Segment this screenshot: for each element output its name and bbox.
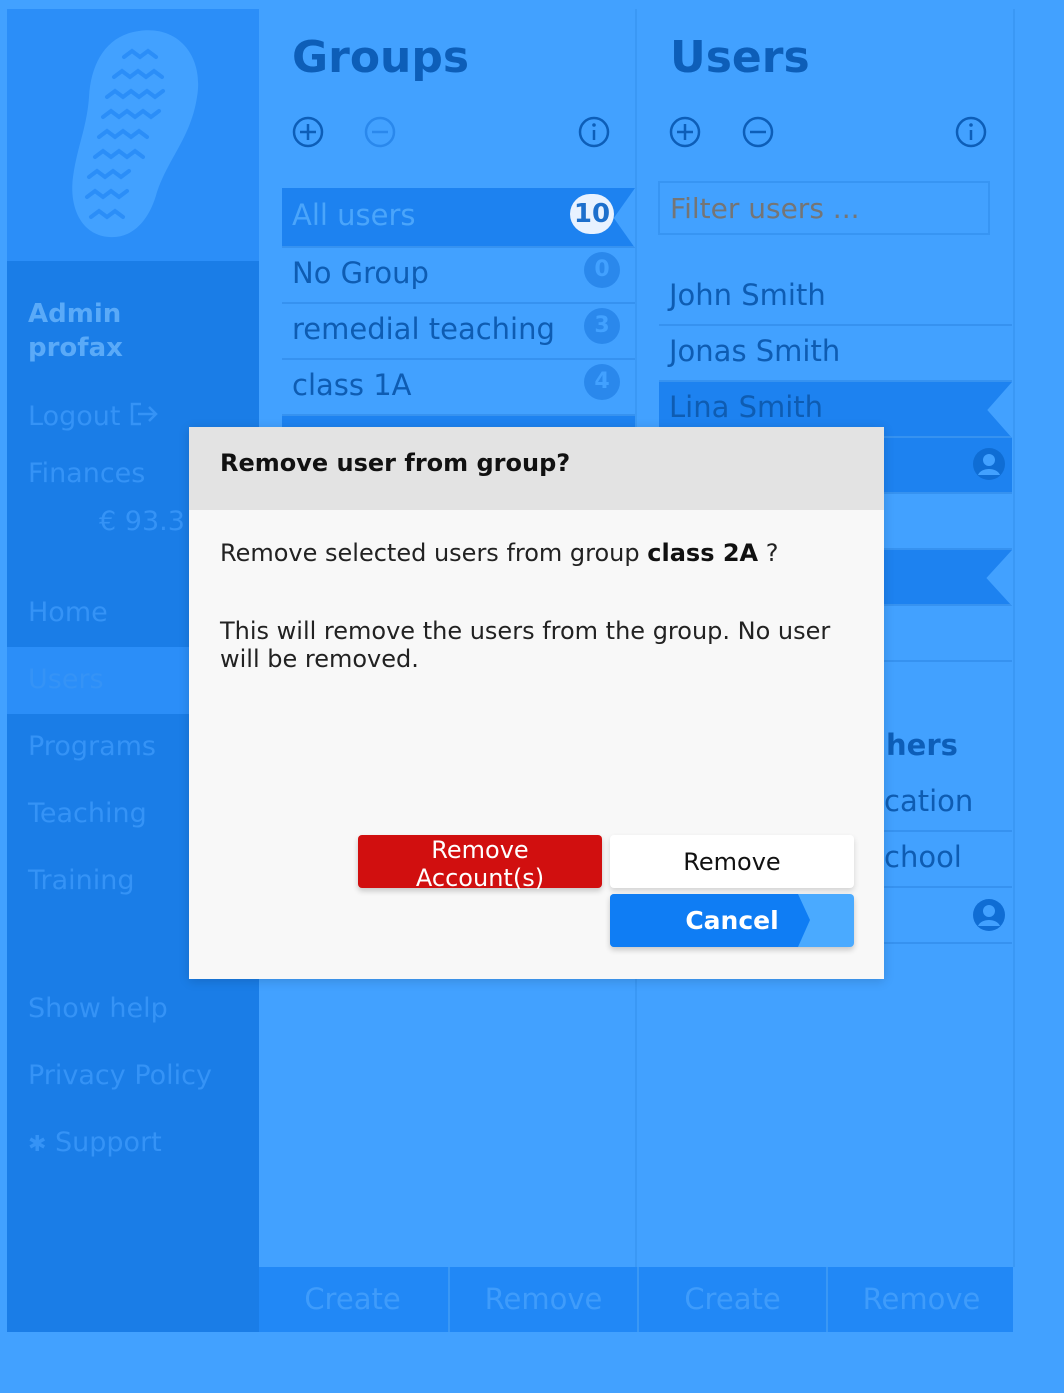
sidebar-logo-area — [7, 9, 259, 261]
teacher-row[interactable] — [884, 888, 1012, 944]
teacher-name: cation — [884, 784, 974, 818]
remove-user-dialog: Remove user from group? Remove selected … — [189, 427, 884, 979]
sidebar-item-users[interactable]: Users — [28, 664, 104, 695]
logout-label: Logout — [28, 401, 121, 432]
teachers-section-header: hers — [886, 728, 958, 762]
users-title: Users — [670, 32, 810, 83]
remove-group-icon[interactable] — [364, 116, 396, 148]
group-label: All users — [292, 198, 416, 232]
user-name: Lina Smith — [669, 390, 824, 424]
show-help-link[interactable]: Show help — [28, 993, 168, 1024]
group-label: No Group — [292, 256, 429, 290]
group-label: remedial teaching — [292, 312, 555, 346]
user-row-selected[interactable] — [884, 438, 1012, 494]
dialog-message: Remove selected users from group class 2… — [220, 539, 779, 567]
user-name: John Smith — [669, 278, 826, 312]
balance-value: € 93.3 — [99, 506, 185, 537]
group-row-class-1a[interactable]: class 1A 4 — [282, 360, 635, 416]
user-row[interactable] — [884, 606, 1012, 662]
sidebar-item-home[interactable]: Home — [28, 597, 108, 628]
group-row-no-group[interactable]: No Group 0 — [282, 248, 635, 304]
group-row-all-users[interactable]: All users 10 — [282, 188, 635, 248]
sidebar-item-programs[interactable]: Programs — [28, 731, 156, 762]
groups-info-icon[interactable] — [578, 116, 610, 148]
group-count-badge: 0 — [584, 252, 620, 288]
remove-group-button[interactable]: Remove — [448, 1267, 637, 1332]
teacher-name: chool — [884, 840, 962, 874]
dialog-header: Remove user from group? — [189, 427, 884, 510]
filter-users-input[interactable] — [658, 181, 990, 235]
footprint-logo-icon — [72, 30, 199, 238]
users-info-icon[interactable] — [955, 116, 987, 148]
group-row-remedial-teaching[interactable]: remedial teaching 3 — [282, 304, 635, 360]
create-user-button[interactable]: Create — [637, 1267, 826, 1332]
bug-icon: ✱ — [28, 1132, 47, 1157]
group-count-badge: 4 — [584, 364, 620, 400]
support-link[interactable]: ✱ Support — [28, 1127, 162, 1158]
group-label: class 1A — [292, 368, 412, 402]
user-avatar-icon — [973, 448, 1005, 480]
logout-link[interactable]: Logout — [28, 401, 159, 432]
cancel-button-label: Cancel — [685, 906, 779, 935]
sidebar-item-teaching[interactable]: Teaching — [28, 798, 147, 829]
user-row[interactable]: Jonas Smith — [659, 326, 1012, 382]
dialog-message-prefix: Remove selected users from group — [220, 539, 648, 567]
remove-accounts-button[interactable]: Remove Account(s) — [358, 835, 602, 892]
add-user-icon[interactable] — [669, 116, 701, 148]
groups-title: Groups — [292, 32, 470, 83]
teacher-row[interactable]: cation — [884, 776, 1012, 832]
admin-name: Admin profax — [28, 297, 228, 365]
group-count-badge: 10 — [570, 194, 614, 234]
remove-user-button[interactable]: Remove — [826, 1267, 1015, 1332]
cancel-button[interactable]: Cancel — [610, 894, 854, 947]
dialog-title: Remove user from group? — [220, 449, 571, 477]
column-divider — [1013, 9, 1015, 1267]
dialog-description: This will remove the users from the grou… — [220, 617, 831, 673]
user-name: Jonas Smith — [669, 334, 841, 368]
group-count-badge: 3 — [584, 308, 620, 344]
dialog-group-name: class 2A — [647, 539, 759, 567]
admin-name-line2: profax — [28, 333, 123, 363]
finances-link[interactable]: Finances — [28, 458, 145, 489]
admin-name-line1: Admin — [28, 299, 122, 329]
add-group-icon[interactable] — [292, 116, 324, 148]
remove-user-icon[interactable] — [742, 116, 774, 148]
user-avatar-icon — [973, 899, 1005, 931]
teacher-row[interactable]: chool — [884, 832, 1012, 888]
remove-button[interactable]: Remove — [610, 835, 854, 888]
sidebar-item-training[interactable]: Training — [28, 865, 135, 896]
dialog-message-suffix: ? — [758, 539, 779, 567]
user-row[interactable]: John Smith — [659, 270, 1012, 326]
create-group-button[interactable]: Create — [259, 1267, 446, 1332]
user-row[interactable] — [884, 494, 1012, 550]
privacy-policy-link[interactable]: Privacy Policy — [28, 1060, 212, 1091]
support-label: Support — [55, 1127, 162, 1158]
logout-icon — [130, 402, 158, 426]
